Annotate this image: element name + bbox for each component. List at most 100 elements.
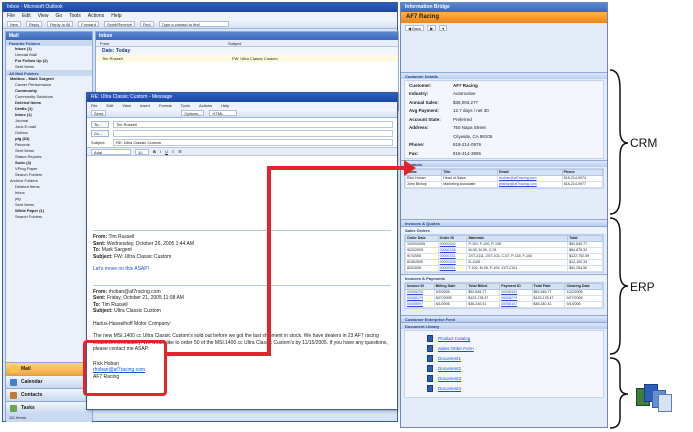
message-menu-bar: File Edit View Insert Format Tools Actio… (87, 102, 397, 109)
tasks-nav-button[interactable]: Tasks (6, 401, 92, 414)
list-item[interactable]: Sales Order Form (405, 344, 603, 354)
list-item[interactable]: Document1 (405, 354, 603, 364)
inbox-group-today[interactable]: Date: Today (96, 47, 398, 55)
order-link[interactable]: 00000321 (437, 264, 468, 272)
ib-menu-button[interactable]: ▾ (439, 25, 448, 31)
msg-menu-item[interactable]: File (91, 103, 97, 108)
document-link[interactable]: Document3 (438, 376, 461, 381)
payment-row: Avg Payment: 12.7 days / net 30 (405, 107, 603, 116)
list-item[interactable]: Product Catalog (405, 334, 603, 344)
document-link[interactable]: Document4 (438, 386, 461, 391)
msg-menu-item[interactable]: Help (221, 103, 229, 108)
sent-value: Friday, October 21, 2005 11:08 AM (106, 295, 184, 301)
field-value: 818-214-3555 (453, 150, 482, 156)
msg-menu-item[interactable]: Actions (199, 103, 212, 108)
document-link[interactable]: Product Catalog (438, 336, 470, 341)
send-button[interactable]: Send (91, 110, 107, 116)
email-link[interactable]: jbishop@af7racing.com (497, 180, 563, 188)
menu-edit[interactable]: Edit (22, 13, 31, 19)
list-item[interactable]: Document2 (405, 364, 603, 374)
menu-go[interactable]: Go (55, 13, 62, 19)
address-row-2: Citywide, CA 98105 (405, 132, 603, 141)
document-icon (427, 385, 433, 392)
underline-icon[interactable]: U (165, 149, 168, 154)
table-row[interactable]: Tim Russell FW: Ultra Classic Custom (96, 55, 398, 62)
subject-quote-value: Ultra Classic Custom (114, 308, 161, 314)
to-button[interactable]: To... (91, 121, 109, 128)
forward-button[interactable]: Forward (78, 20, 99, 27)
from-label: From: (93, 288, 108, 295)
sales-orders-section[interactable]: Sales Orders (401, 225, 607, 233)
tasks-nav-label: Tasks (21, 405, 35, 411)
font-size-select[interactable]: 10 (135, 148, 149, 155)
crm-label: CRM (630, 136, 658, 150)
field-value: Preferred (453, 116, 472, 122)
enterprise-feed-section[interactable]: Customer Enterprise Feed (401, 314, 607, 322)
table-row[interactable]: John Bishop Marketing Associate jbishop@… (404, 180, 604, 188)
invoices-quotes-section[interactable]: Invoices & Quotes (401, 218, 607, 226)
table-row[interactable]: 00008097 8/1/2005 $46,240.41 00008197 $46,24… (405, 300, 603, 308)
phone-row: Phone: 818-214-0976 (405, 141, 603, 150)
calendar-nav-button[interactable]: Calendar (6, 375, 92, 388)
from-value: Tim Russell (108, 234, 135, 240)
to-value: Tim Russell (101, 301, 128, 308)
cc-field[interactable] (113, 130, 393, 137)
customer-details-section[interactable]: Customer Details (401, 72, 607, 79)
msg-menu-item[interactable]: Insert (140, 103, 150, 108)
payment-link[interactable]: 00008197 (499, 300, 533, 308)
folder-tree: Mailbox - Mark Sargent Career Performanc… (6, 76, 92, 220)
contacts-nav-button[interactable]: Contacts (6, 388, 92, 401)
column-from[interactable]: From (100, 41, 140, 46)
mail-nav-button[interactable]: Mail (6, 362, 92, 375)
font-select[interactable]: Arial (91, 148, 131, 155)
message-title-bar: RE: Ultra Classic Custom - Message (87, 93, 397, 102)
document-link[interactable]: Document2 (438, 366, 461, 371)
cc-button[interactable]: Cc... (91, 130, 109, 137)
column-subject[interactable]: Subject (228, 41, 241, 46)
to-field[interactable]: Tim Russell (113, 121, 393, 128)
format-select[interactable]: HTML (209, 110, 238, 116)
sent-label: Sent: (93, 295, 106, 301)
msg-menu-item[interactable]: Edit (106, 103, 113, 108)
msg-menu-item[interactable]: View (122, 103, 131, 108)
italic-icon[interactable]: I (160, 149, 161, 154)
nav-buttons: Mail Calendar Contacts Tasks 111 Items (6, 362, 92, 422)
bold-icon[interactable]: B (153, 149, 156, 154)
msg-menu-item[interactable]: Tools (181, 103, 190, 108)
sent-label: Sent: (93, 240, 106, 247)
menu-view[interactable]: View (38, 13, 49, 19)
invoices-payments-section[interactable]: Invoices & Payments (401, 273, 607, 281)
reply-button[interactable]: Reply (26, 20, 43, 27)
forward-nav-button[interactable]: ▶ (427, 25, 437, 31)
back-button[interactable]: ◀ Back (405, 25, 425, 31)
invoice-link[interactable]: 00008097 (405, 300, 435, 308)
menu-actions[interactable]: Actions (88, 13, 104, 19)
menu-tools[interactable]: Tools (69, 13, 81, 19)
menu-file[interactable]: File (7, 13, 15, 19)
fax-row: Fax: 818-214-3555 (405, 149, 603, 158)
field-value: 818-214-0976 (453, 142, 482, 148)
menu-help[interactable]: Help (111, 13, 121, 19)
field-label: Address: (409, 125, 429, 131)
subject-field[interactable]: RE: Ultra Classic Custom (113, 139, 393, 146)
contact-search-input[interactable]: Type a contact to find (158, 20, 229, 27)
find-button[interactable]: Find (139, 20, 154, 27)
document-library-section[interactable]: Document Library (401, 321, 607, 329)
msg-menu-item[interactable]: Format (159, 103, 172, 108)
subject-row: Subject: RE: Ultra Classic Custom (87, 138, 397, 147)
list-item[interactable]: Document3 (405, 374, 603, 384)
new-button[interactable]: New (7, 20, 22, 27)
align-icon[interactable]: ≡ (172, 149, 174, 154)
contacts-section[interactable]: Contacts (401, 159, 607, 167)
list-icon[interactable]: ☰ (178, 149, 182, 154)
table-row[interactable]: 8/3/2005 00000321 T-102, M-05, P-109, ZXT-… (405, 264, 603, 272)
send-receive-button[interactable]: Send/Receive (103, 20, 135, 27)
document-link[interactable]: Sales Order Form (438, 346, 474, 351)
folder-item[interactable]: Search Folders (6, 214, 92, 220)
customer-details-card: Customer: AF7 Racing Industry: Automotive … (404, 80, 604, 159)
list-item[interactable]: Document4 (405, 384, 603, 394)
calendar-nav-label: Calendar (21, 379, 43, 385)
options-button[interactable]: Options... (181, 110, 205, 116)
document-link[interactable]: Document1 (438, 356, 461, 361)
reply-all-button[interactable]: Reply to All (47, 20, 74, 27)
